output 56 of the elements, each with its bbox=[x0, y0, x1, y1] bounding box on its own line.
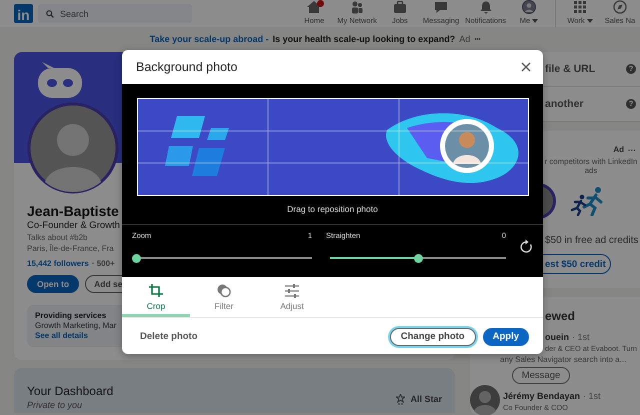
services-text: Growth Marketing, Mar bbox=[35, 321, 118, 331]
ad-label: Ad bbox=[459, 34, 470, 44]
all-star-label: All Star bbox=[410, 394, 442, 404]
change-photo-button[interactable]: Change photo bbox=[390, 328, 476, 346]
rotate-icon bbox=[520, 239, 533, 253]
close-button[interactable] bbox=[521, 62, 531, 72]
rotate-button[interactable] bbox=[520, 239, 533, 253]
delete-photo-button[interactable]: Delete photo bbox=[140, 331, 198, 342]
briefcase-icon bbox=[392, 0, 408, 14]
profile-link[interactable]: file & URL bbox=[545, 63, 596, 75]
profile-headline: Co-Founder & Growth bbox=[27, 220, 120, 232]
profile-link[interactable]: another bbox=[545, 98, 584, 110]
dialog-title: Background photo bbox=[136, 60, 238, 74]
filter-icon bbox=[216, 283, 232, 298]
connection-degree: · 1st bbox=[572, 332, 590, 343]
message-button[interactable]: Message bbox=[512, 367, 570, 384]
chat-icon bbox=[433, 0, 449, 14]
close-icon bbox=[521, 62, 531, 72]
bell-icon bbox=[478, 0, 494, 14]
avatar bbox=[470, 385, 500, 415]
dashboard-title: Your Dashboard bbox=[27, 384, 114, 399]
section-title: ewed bbox=[544, 309, 576, 323]
person-name[interactable]: ouein bbox=[545, 332, 569, 343]
connection-degree: · 1st bbox=[583, 391, 601, 402]
promo-offer: $50 in free ad credits bbox=[545, 235, 638, 246]
ad-text: Is your health scale-up looking to expand? bbox=[272, 34, 456, 44]
grid-icon bbox=[572, 0, 588, 14]
tool-tab[interactable]: Filter bbox=[190, 277, 258, 317]
tool-tab[interactable]: Adjust bbox=[258, 277, 326, 317]
hint-text: Drag to reposition photo bbox=[286, 204, 379, 215]
open-to-button[interactable]: Open to bbox=[27, 275, 80, 293]
connections-count: · 500+ bbox=[92, 258, 115, 269]
ad-link[interactable]: Take your scale-up abroad - bbox=[150, 34, 269, 44]
profile-topics: Talks about #b2b bbox=[27, 232, 88, 243]
person-summary: any Sales Navigator search into a... bbox=[499, 354, 626, 365]
ad-label: Ad bbox=[613, 145, 624, 155]
more-button[interactable]: ··· bbox=[474, 34, 480, 44]
compass-icon bbox=[612, 0, 628, 14]
profile-name: Jean-Baptiste bbox=[27, 203, 119, 220]
star-icon bbox=[396, 394, 406, 404]
followers-link[interactable]: 15,442 followers bbox=[27, 258, 89, 269]
tool-tab[interactable]: Crop bbox=[122, 277, 190, 317]
crop-icon bbox=[148, 283, 164, 298]
profile-location: Paris, Île-de-France, Fra bbox=[27, 243, 114, 254]
services-title: Providing services bbox=[35, 311, 108, 321]
person-name[interactable]: Jérémy Bendayan bbox=[503, 391, 580, 402]
more-button[interactable]: ··· bbox=[628, 145, 636, 155]
sliders-icon bbox=[284, 283, 300, 298]
avatar bbox=[521, 0, 537, 14]
slider-thumb[interactable] bbox=[132, 254, 140, 262]
slider-thumb[interactable] bbox=[414, 254, 422, 262]
search-field[interactable]: Search bbox=[38, 4, 192, 23]
people-icon bbox=[349, 0, 366, 14]
logo[interactable]: in bbox=[14, 4, 33, 23]
dashboard-subtitle: Private to you bbox=[27, 399, 84, 411]
apply-button[interactable]: Apply bbox=[482, 328, 529, 346]
